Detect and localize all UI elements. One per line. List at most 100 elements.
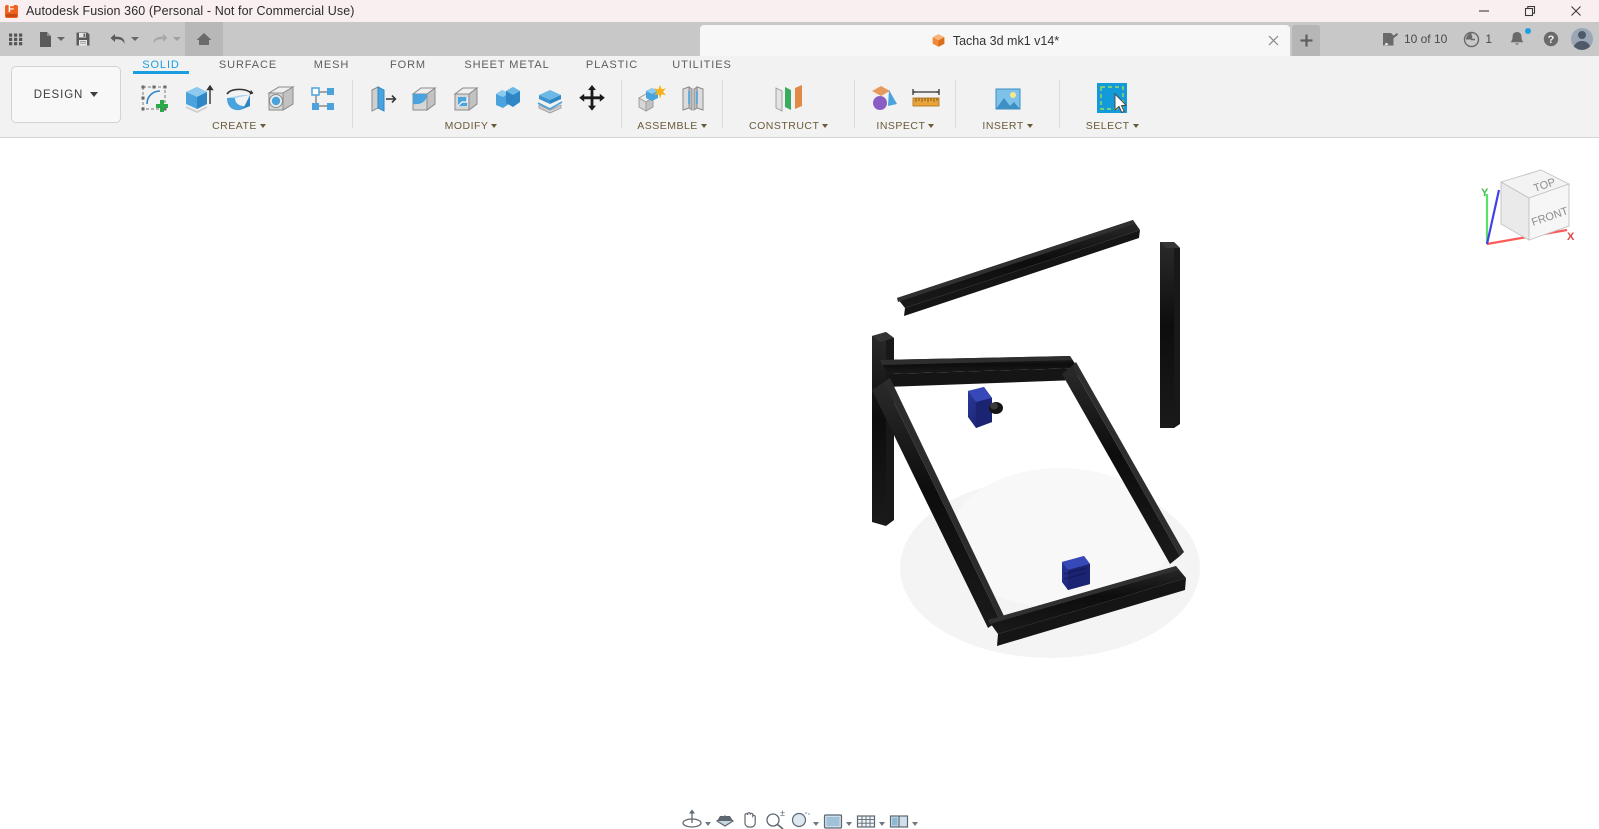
ribbon-tab-sheet-metal[interactable]: SHEET METAL: [447, 56, 567, 71]
revolve-icon[interactable]: [222, 82, 256, 116]
insert-image-icon[interactable]: [991, 82, 1025, 116]
move-copy-icon[interactable]: [575, 82, 609, 116]
panel-inspect: INSPECT: [859, 78, 951, 137]
question-icon: ?: [1542, 30, 1560, 48]
orbit-tool[interactable]: [681, 807, 711, 829]
panel-construct: CONSTRUCT: [727, 78, 850, 137]
panel-assemble-label: ASSEMBLE: [637, 120, 698, 132]
ribbon-tab-surface[interactable]: SURFACE: [202, 56, 294, 71]
chevron-down-icon: [260, 124, 266, 128]
ribbon: SOLID SURFACE MESH FORM SHEET METAL PLAS…: [0, 56, 1599, 138]
chevron-down-icon: [846, 822, 852, 826]
grid-snaps[interactable]: [855, 807, 885, 829]
panel-construct-title[interactable]: CONSTRUCT: [749, 120, 828, 132]
tacha-3d-printer-frame-assembly[interactable]: [0, 138, 1599, 829]
viewports[interactable]: [888, 807, 918, 829]
svg-text:?: ?: [1548, 34, 1555, 46]
viewport-canvas[interactable]: Z Y X TOP FRONT: [0, 138, 1599, 829]
new-component-icon[interactable]: [634, 82, 668, 116]
panel-divider: [352, 80, 353, 128]
ribbon-tab-solid[interactable]: SOLID: [120, 56, 202, 71]
fit-icon: [789, 807, 811, 829]
zoom-tool[interactable]: ±: [764, 807, 786, 829]
offset-plane-icon[interactable]: [769, 82, 809, 116]
chevron-down-icon: [1133, 124, 1139, 128]
recent-activity-label: 1: [1485, 32, 1492, 46]
panel-inspect-title[interactable]: INSPECT: [876, 120, 934, 132]
panel-create: CREATE: [130, 78, 348, 137]
new-tab-button[interactable]: [1292, 25, 1320, 56]
status-area: 10 of 10 1 ?: [1373, 22, 1593, 56]
display-settings[interactable]: [822, 807, 852, 829]
pan-tool[interactable]: [739, 807, 761, 829]
panel-assemble-title[interactable]: ASSEMBLE: [637, 120, 707, 132]
window-controls: [1461, 0, 1599, 22]
ribbon-tab-plastic-label: PLASTIC: [586, 59, 638, 71]
restore-icon[interactable]: [1507, 0, 1553, 22]
workspace-label: DESIGN: [34, 89, 84, 101]
job-status-label: 10 of 10: [1404, 32, 1447, 46]
document-tab-label: Tacha 3d mk1 v14*: [953, 34, 1059, 48]
notifications-button[interactable]: [1501, 22, 1533, 56]
chevron-down-icon: [90, 92, 98, 97]
chevron-down-icon: [701, 124, 707, 128]
view-cube[interactable]: Z Y X TOP FRONT: [1457, 152, 1577, 257]
joint-icon[interactable]: [676, 82, 710, 116]
rectangular-pattern-icon[interactable]: [306, 82, 340, 116]
printed-bracket-lower: [1062, 556, 1090, 590]
panel-create-title[interactable]: CREATE: [212, 120, 266, 132]
ribbon-tab-form[interactable]: FORM: [369, 56, 447, 71]
panel-insert-title[interactable]: INSERT: [982, 120, 1032, 132]
split-face-icon[interactable]: [533, 82, 567, 116]
combine-icon[interactable]: [491, 82, 525, 116]
cube-orange-icon: [931, 33, 946, 48]
fusion-logo-icon: [5, 5, 18, 18]
chevron-down-icon: [1027, 124, 1033, 128]
ribbon-tab-plastic[interactable]: PLASTIC: [567, 56, 657, 71]
chevron-down-icon: [813, 822, 819, 826]
workspace-selector[interactable]: DESIGN: [11, 66, 121, 123]
ribbon-tab-utilities[interactable]: UTILITIES: [657, 56, 747, 71]
clock-icon: [1463, 31, 1480, 48]
fit-tool[interactable]: [789, 807, 819, 829]
extrusion-rail-right-upright: [1160, 242, 1180, 428]
avatar[interactable]: [1571, 28, 1593, 50]
ribbon-tab-sheet-metal-label: SHEET METAL: [464, 59, 549, 71]
fillet-icon[interactable]: [407, 82, 441, 116]
panel-modify-title[interactable]: MODIFY: [445, 120, 498, 132]
panel-select-title[interactable]: SELECT: [1086, 120, 1139, 132]
extrude-icon[interactable]: [180, 82, 214, 116]
close-icon[interactable]: [1553, 0, 1599, 22]
ribbon-tab-mesh[interactable]: MESH: [294, 56, 369, 71]
job-status-button[interactable]: 10 of 10: [1373, 22, 1454, 56]
shell-icon[interactable]: [449, 82, 483, 116]
panel-assemble: ASSEMBLE: [626, 78, 718, 137]
look-at-icon: [714, 807, 736, 829]
chevron-down-icon: [928, 124, 934, 128]
select-window-icon[interactable]: [1093, 80, 1131, 118]
interference-icon[interactable]: [867, 82, 901, 116]
document-tab[interactable]: Tacha 3d mk1 v14*: [700, 25, 1290, 56]
ribbon-tab-mesh-label: MESH: [314, 59, 349, 71]
printed-bracket-upper: [968, 387, 1003, 428]
help-button[interactable]: ?: [1535, 22, 1567, 56]
quick-access-toolbar: Tacha 3d mk1 v14*: [0, 22, 1599, 56]
ribbon-tab-utilities-label: UTILITIES: [672, 59, 731, 71]
axis-label-y: Y: [1481, 187, 1489, 199]
chevron-down-icon: [705, 822, 711, 826]
display-settings-icon: [822, 807, 844, 829]
hole-icon[interactable]: [264, 82, 298, 116]
fusion360-window: Autodesk Fusion 360 (Personal - Not for …: [0, 0, 1599, 829]
minimize-icon[interactable]: [1461, 0, 1507, 22]
title-bar: Autodesk Fusion 360 (Personal - Not for …: [0, 0, 1599, 22]
pan-hand-icon: [739, 807, 761, 829]
create-sketch-icon[interactable]: [138, 82, 172, 116]
recent-activity-button[interactable]: 1: [1456, 22, 1499, 56]
upload-jobs-icon: [1380, 31, 1399, 48]
look-at-tool[interactable]: [714, 807, 736, 829]
tab-close-icon[interactable]: [1266, 33, 1280, 47]
ribbon-tab-surface-label: SURFACE: [219, 59, 277, 71]
measure-icon[interactable]: [909, 82, 943, 116]
svg-text:±: ±: [780, 808, 785, 818]
press-pull-icon[interactable]: [365, 82, 399, 116]
